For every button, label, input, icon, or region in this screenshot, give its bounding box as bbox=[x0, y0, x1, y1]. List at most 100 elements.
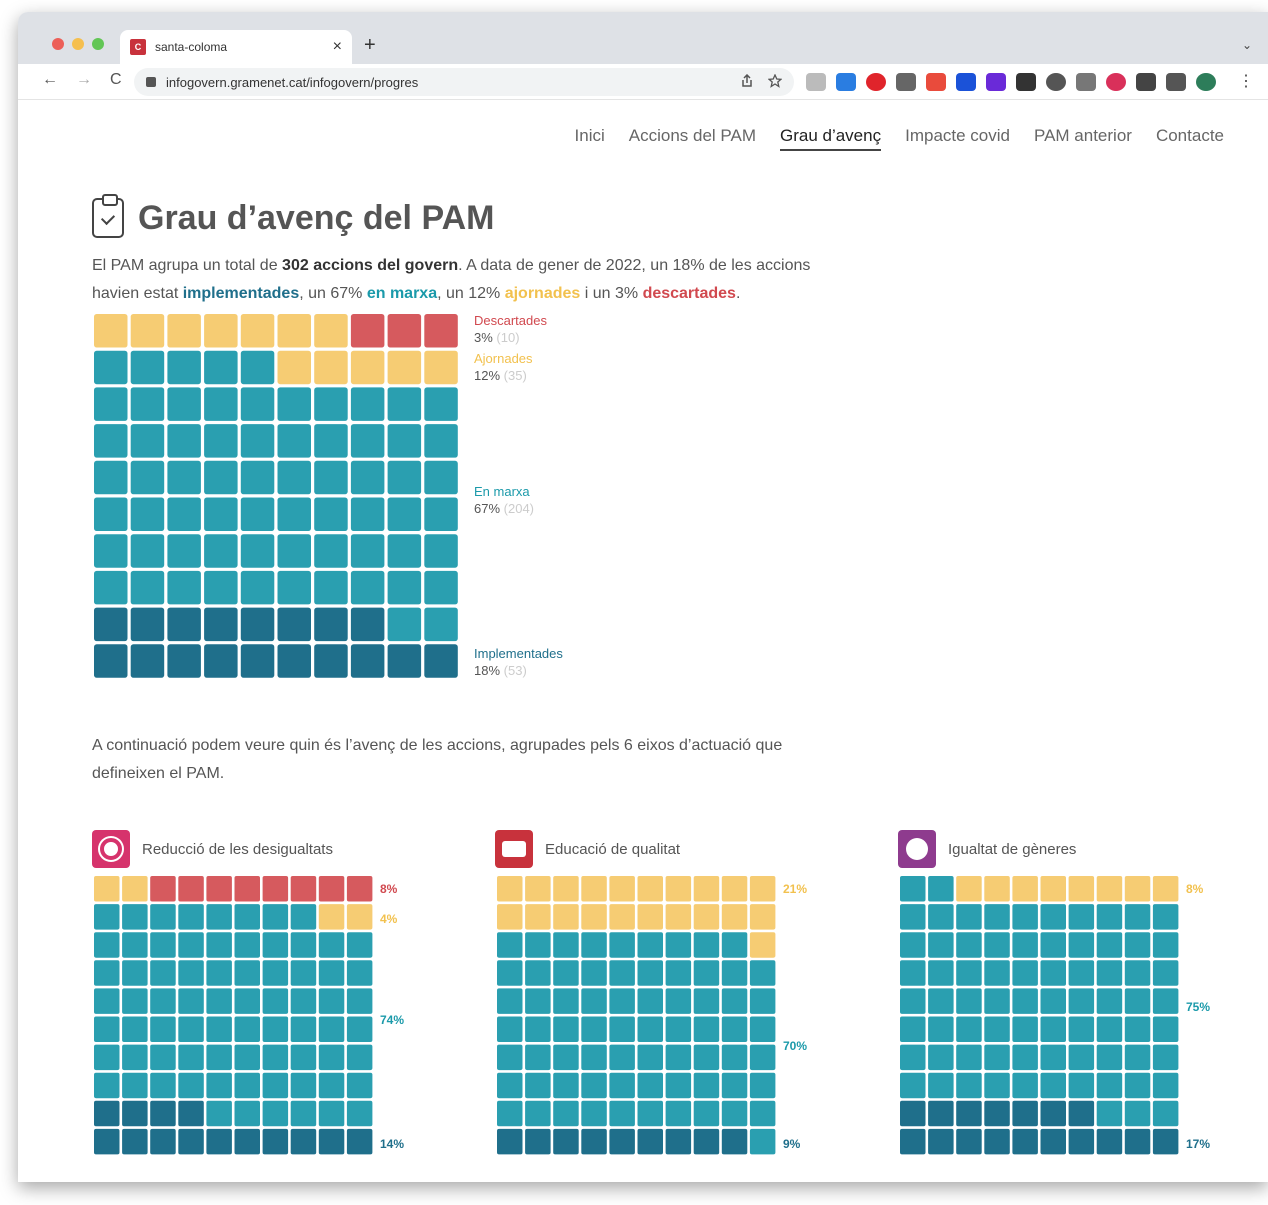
close-tab-icon[interactable]: × bbox=[333, 38, 342, 56]
waffle-cell-en-marxa bbox=[928, 904, 954, 930]
waffle-cell-en-marxa bbox=[290, 904, 317, 930]
label-en-marxa: En marxa 67% (204) bbox=[474, 483, 534, 517]
nav-item-accions[interactable]: Accions del PAM bbox=[629, 126, 756, 151]
waffle-cell-en-marxa bbox=[94, 1072, 120, 1099]
maximize-window-button[interactable] bbox=[92, 38, 104, 50]
waffle-cell-descartades bbox=[234, 876, 260, 902]
waffle-cell-en-marxa bbox=[900, 904, 926, 930]
label-ajornades-name: Ajornades bbox=[474, 351, 533, 366]
extension-todo-icon[interactable] bbox=[986, 73, 1006, 91]
star-icon[interactable] bbox=[768, 74, 782, 88]
waffle-educacio-qualitat bbox=[497, 876, 776, 1155]
waffle-cell-en-marxa bbox=[1040, 960, 1066, 986]
waffle-cell-ajornades bbox=[240, 314, 275, 348]
waffle-cell-en-marxa bbox=[204, 387, 238, 421]
waffle-cell-implementades bbox=[721, 1128, 748, 1155]
waffle-cell-en-marxa bbox=[387, 387, 422, 421]
waffle-cell-ajornades bbox=[318, 904, 345, 930]
waffle-cell-en-marxa bbox=[693, 1016, 720, 1042]
extension-bitwarden-icon[interactable] bbox=[956, 73, 976, 91]
extension-wordpress-icon[interactable] bbox=[1046, 73, 1066, 91]
extension-notes-icon[interactable] bbox=[806, 73, 826, 91]
waffle-cell-en-marxa bbox=[956, 904, 982, 930]
waffle-cell-ajornades bbox=[581, 904, 607, 930]
waffle-cell-en-marxa bbox=[637, 1100, 663, 1127]
minimize-window-button[interactable] bbox=[72, 38, 84, 50]
waffle-cell-en-marxa bbox=[665, 960, 692, 986]
waffle-cell-implementades bbox=[1040, 1100, 1066, 1127]
waffle-cell-en-marxa bbox=[206, 1100, 232, 1127]
profile-avatar[interactable] bbox=[1196, 73, 1216, 91]
extension-badge-icon[interactable] bbox=[926, 73, 946, 91]
nav-item-grau-avenc[interactable]: Grau d’avenç bbox=[779, 126, 882, 151]
extension-new-icon[interactable] bbox=[836, 73, 856, 91]
waffle-cell-en-marxa bbox=[150, 988, 176, 1014]
waffle-cell-en-marxa bbox=[1152, 932, 1179, 958]
waffle-cell-en-marxa bbox=[928, 988, 954, 1014]
waffle-cell-implementades bbox=[1040, 1128, 1066, 1155]
extension-color-icon[interactable] bbox=[1106, 73, 1126, 91]
extension-sidepanel-icon[interactable] bbox=[1166, 73, 1186, 91]
waffle-cell-en-marxa bbox=[424, 497, 458, 531]
intro-text-5: i un 3% bbox=[580, 285, 643, 302]
waffle-cell-en-marxa bbox=[318, 1100, 345, 1127]
tab-search-chevron-icon[interactable]: ⌄ bbox=[1242, 38, 1252, 52]
waffle-cell-en-marxa bbox=[346, 1100, 373, 1127]
waffle-cell-implementades bbox=[290, 1128, 317, 1155]
waffle-cell-en-marxa bbox=[721, 1072, 748, 1099]
waffle-cell-ajornades bbox=[346, 904, 373, 930]
new-tab-button[interactable]: + bbox=[364, 34, 376, 57]
extension-notion-icon[interactable] bbox=[1016, 73, 1036, 91]
waffle-cell-en-marxa bbox=[1068, 932, 1095, 958]
waffle-cell-implementades bbox=[206, 1128, 232, 1155]
waffle-cell-en-marxa bbox=[178, 1016, 204, 1042]
waffle-cell-en-marxa bbox=[277, 387, 311, 421]
waffle-cell-en-marxa bbox=[262, 1016, 289, 1042]
waffle-cell-en-marxa bbox=[1068, 988, 1095, 1014]
waffle-cell-en-marxa bbox=[609, 1072, 635, 1099]
waffle-cell-en-marxa bbox=[525, 1044, 551, 1071]
share-icon[interactable] bbox=[740, 74, 754, 88]
browser-menu-icon[interactable]: ⋮ bbox=[1238, 71, 1254, 91]
waffle-cell-descartades bbox=[150, 876, 176, 902]
waffle-cell-ajornades bbox=[721, 876, 748, 902]
waffle-cell-en-marxa bbox=[314, 534, 348, 568]
nav-item-pam-anterior[interactable]: PAM anterior bbox=[1034, 126, 1132, 151]
address-bar[interactable]: infogovern.gramenet.cat/infogovern/progr… bbox=[134, 68, 794, 96]
waffle-cell-en-marxa bbox=[234, 904, 260, 930]
label-en-marxa-pct: 67% bbox=[474, 501, 501, 516]
waffle-cell-en-marxa bbox=[204, 424, 238, 458]
waffle-cell-en-marxa bbox=[234, 960, 260, 986]
back-button[interactable]: ← bbox=[42, 71, 58, 89]
reload-button[interactable]: C bbox=[110, 71, 122, 89]
extensions-puzzle-icon[interactable] bbox=[1136, 73, 1156, 91]
waffle-cell-ajornades bbox=[749, 876, 776, 902]
nav-item-impacte-covid[interactable]: Impacte covid bbox=[905, 126, 1010, 151]
waffle-cell-en-marxa bbox=[290, 988, 317, 1014]
label-descartades: Descartades 3% (10) bbox=[474, 312, 547, 346]
forward-button[interactable]: → bbox=[76, 71, 92, 89]
waffle-cell-en-marxa bbox=[424, 534, 458, 568]
extension-font-icon[interactable] bbox=[1076, 73, 1096, 91]
waffle-cell-en-marxa bbox=[900, 932, 926, 958]
w1-pct-ajornades: 4% bbox=[380, 912, 398, 926]
extension-screenshot-icon[interactable] bbox=[896, 73, 916, 91]
browser-toolbar: ← → C infogovern.gramenet.cat/infogovern… bbox=[18, 64, 1268, 100]
waffle-cell-en-marxa bbox=[637, 1044, 663, 1071]
waffle-cell-en-marxa bbox=[206, 904, 232, 930]
close-window-button[interactable] bbox=[52, 38, 64, 50]
waffle-cell-implementades bbox=[122, 1128, 148, 1155]
nav-item-contacte[interactable]: Contacte bbox=[1156, 126, 1224, 151]
waffle-cell-en-marxa bbox=[94, 904, 120, 930]
nav-item-inici[interactable]: Inici bbox=[575, 126, 605, 151]
waffle-cell-en-marxa bbox=[150, 1044, 176, 1071]
browser-tab[interactable]: C santa-coloma × bbox=[120, 30, 352, 64]
waffle-cell-en-marxa bbox=[206, 1044, 232, 1071]
waffle-cell-en-marxa bbox=[318, 960, 345, 986]
waffle-cell-implementades bbox=[130, 607, 165, 642]
extension-opera-icon[interactable] bbox=[866, 73, 886, 91]
extensions-bar bbox=[806, 73, 1216, 91]
waffle-cell-ajornades bbox=[525, 904, 551, 930]
waffle-cell-en-marxa bbox=[1012, 904, 1038, 930]
waffle-cell-en-marxa bbox=[290, 960, 317, 986]
